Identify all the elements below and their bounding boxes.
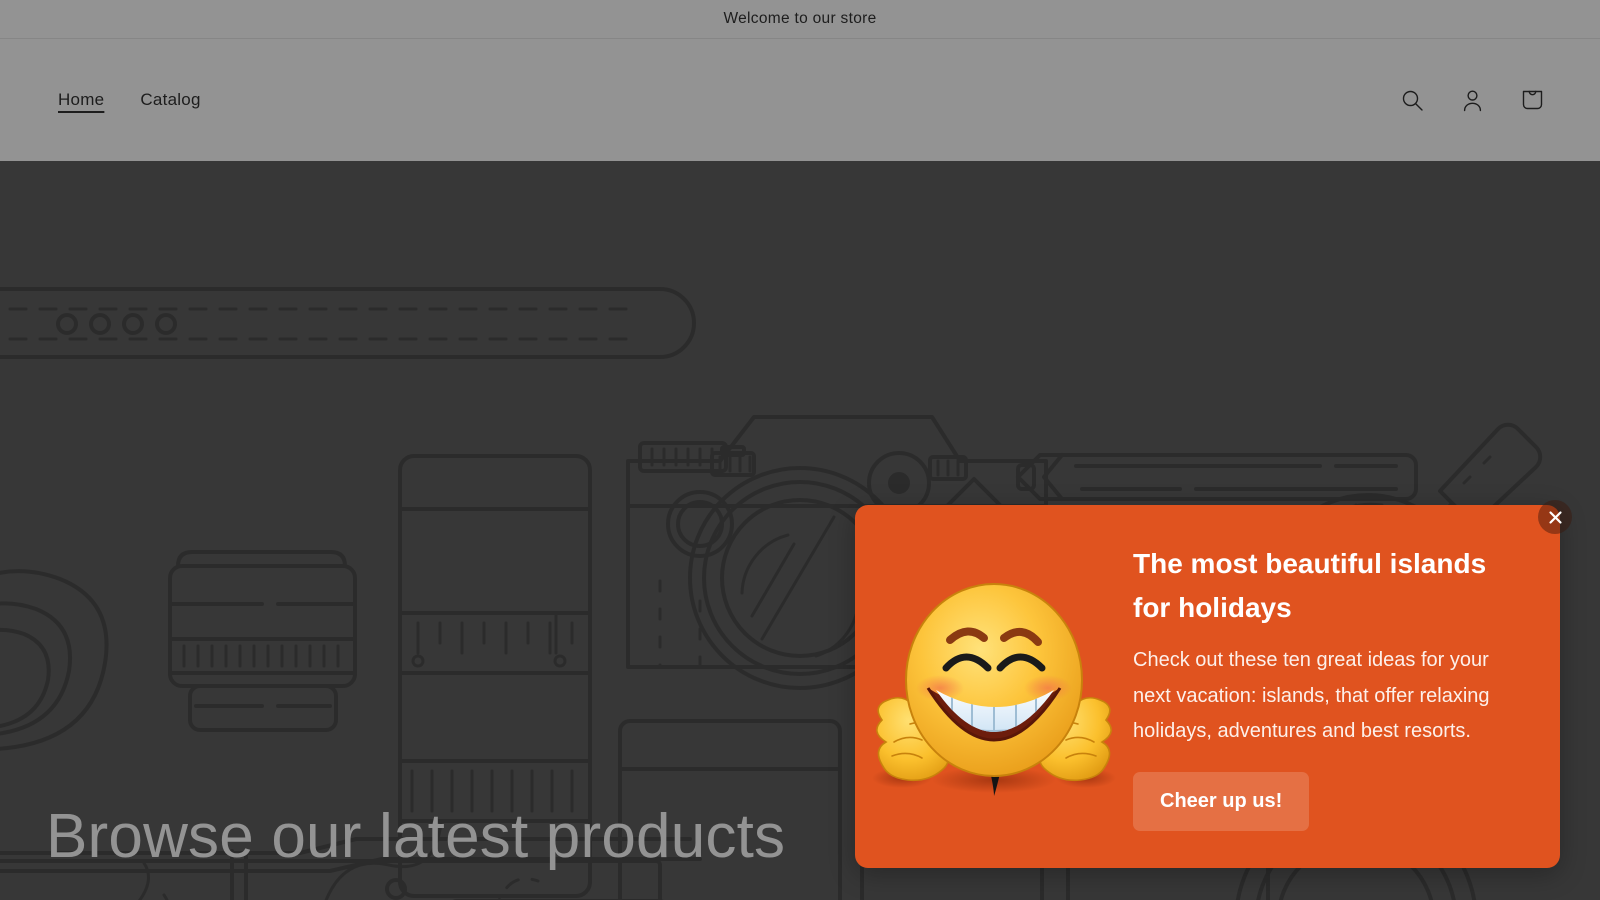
promo-body: The most beautiful islands for holidays … [1125,532,1560,841]
account-icon [1460,88,1485,113]
announcement-text: Welcome to our store [723,10,877,27]
close-icon-button[interactable] [1538,500,1572,534]
search-icon [1400,88,1425,113]
site-header: Home Catalog [0,39,1600,161]
primary-nav: Home Catalog [46,84,213,116]
cart-icon [1519,87,1546,114]
account-button[interactable] [1450,78,1494,122]
close-icon [1547,509,1564,526]
promo-image [855,505,1125,868]
store-page: Welcome to our store Home Catalog Browse… [0,0,1600,900]
promo-popup-card: The most beautiful islands for holidays … [855,500,1572,868]
promo-cta-button[interactable]: Cheer up us! [1133,771,1310,831]
nav-link-catalog[interactable]: Catalog [128,84,212,116]
promo-title: The most beautiful islands for holidays [1133,548,1487,623]
nav-list: Home Catalog [46,84,213,116]
nav-item-catalog: Catalog [128,84,212,116]
promo-description: Check out these ten great ideas for your… [1133,649,1490,743]
nav-link-home[interactable]: Home [46,84,116,116]
nav-item-home: Home [46,84,116,116]
search-button[interactable] [1390,78,1434,122]
header-actions [1390,78,1554,122]
cart-button[interactable] [1510,78,1554,122]
announcement-bar: Welcome to our store [0,0,1600,39]
grinning-emoji-icon [872,582,1116,796]
